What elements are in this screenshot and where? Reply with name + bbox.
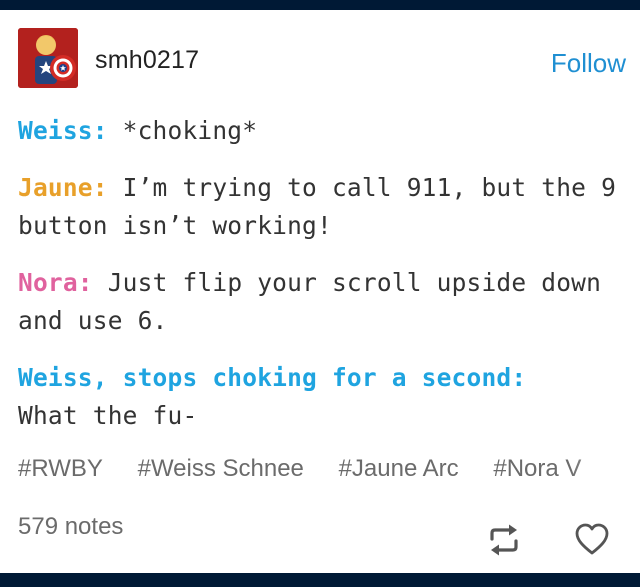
tag-nora[interactable]: #Nora V — [493, 455, 581, 483]
heart-icon[interactable] — [574, 522, 610, 556]
dialogue-line-nora: Nora: Just flip your scroll upside down … — [18, 264, 618, 340]
tag-list: #RWBY #Weiss Schnee #Jaune Arc #Nora V — [18, 455, 638, 483]
avatar[interactable] — [18, 28, 78, 88]
dialogue-line-jaune: Jaune: I’m trying to call 911, but the 9… — [18, 169, 618, 245]
dialogue-line-weiss-2: Weiss, stops choking for a second: What … — [18, 359, 618, 435]
post-header: smh0217 Follow — [18, 28, 626, 90]
tag-fade-overlay — [570, 450, 640, 490]
post-card: smh0217 Follow Weiss: *choking* Jaune: I… — [0, 10, 640, 573]
dialogue-text: *choking* — [122, 116, 258, 145]
tag-rwby[interactable]: #RWBY — [18, 455, 103, 483]
dialogue-line-weiss: Weiss: *choking* — [18, 112, 618, 150]
avatar-icon — [18, 28, 78, 88]
username[interactable]: smh0217 — [95, 46, 199, 75]
reblog-icon[interactable] — [486, 522, 522, 558]
tag-jaune-arc[interactable]: #Jaune Arc — [339, 455, 459, 483]
follow-button[interactable]: Follow — [551, 48, 626, 79]
speaker-name: Weiss, stops choking for a second: — [18, 363, 527, 392]
dialogue-text: What the fu- — [18, 401, 198, 430]
dialogue-text: I’m trying to call 911, but the 9 button… — [18, 173, 617, 240]
tag-weiss-schnee[interactable]: #Weiss Schnee — [138, 455, 304, 483]
post-body: Weiss: *choking* Jaune: I’m trying to ca… — [18, 112, 618, 454]
notes-count[interactable]: 579 notes — [18, 513, 123, 541]
speaker-name: Weiss: — [18, 116, 108, 145]
dialogue-text: Just flip your scroll upside down and us… — [18, 268, 602, 335]
speaker-name: Nora: — [18, 268, 93, 297]
speaker-name: Jaune: — [18, 173, 108, 202]
